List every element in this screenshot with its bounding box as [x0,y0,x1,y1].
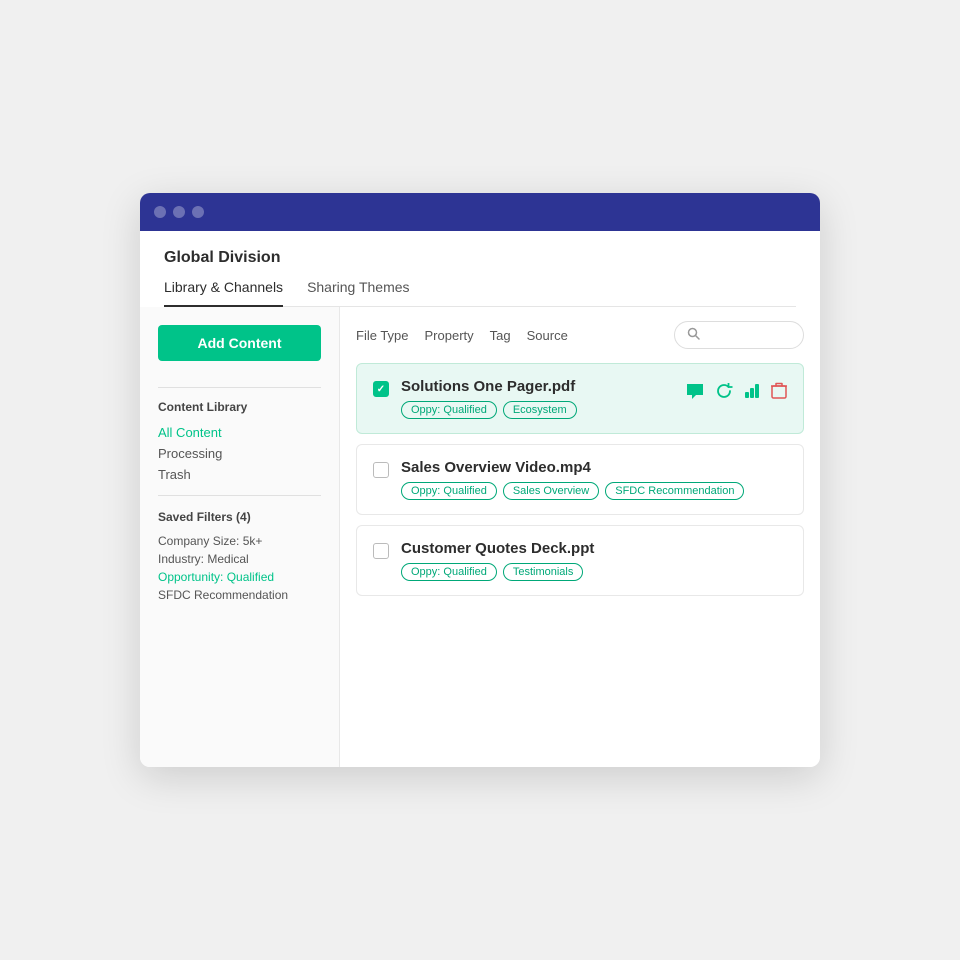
search-input[interactable] [706,328,796,343]
filter-source[interactable]: Source [527,328,568,343]
trash-icon[interactable] [771,382,787,405]
content-library-title: Content Library [158,400,321,414]
item-actions-1 [685,382,787,405]
content-item-3: Customer Quotes Deck.ppt Oppy: Qualified… [356,525,804,596]
search-box[interactable] [674,321,804,349]
item-details-2: Sales Overview Video.mp4 Oppy: Qualified… [401,459,787,500]
item-details-3: Customer Quotes Deck.ppt Oppy: Qualified… [401,540,787,581]
tag-sfdc-recommendation[interactable]: SFDC Recommendation [605,482,744,500]
item-name-2: Sales Overview Video.mp4 [401,459,787,476]
content-area: Add Content Content Library All Content … [140,307,820,767]
content-item-1: ✓ Solutions One Pager.pdf Oppy: Qualifie… [356,363,804,434]
tab-sharing-themes[interactable]: Sharing Themes [307,279,409,307]
header: Global Division Library & Channels Shari… [140,231,820,307]
filter-opportunity[interactable]: Opportunity: Qualified [158,568,321,586]
item-tags-3: Oppy: Qualified Testimonials [401,563,787,581]
filter-company-size[interactable]: Company Size: 5k+ [158,532,321,550]
app-window: Global Division Library & Channels Shari… [140,193,820,767]
filter-property[interactable]: Property [425,328,474,343]
window-body: Global Division Library & Channels Shari… [140,231,820,767]
sidebar-divider-2 [158,495,321,496]
item-details-1: Solutions One Pager.pdf Oppy: Qualified … [401,378,673,419]
sidebar-item-processing[interactable]: Processing [158,443,321,464]
traffic-light-1 [154,206,166,218]
tab-bar: Library & Channels Sharing Themes [164,279,796,307]
item-name-1: Solutions One Pager.pdf [401,378,673,395]
content-item-2: Sales Overview Video.mp4 Oppy: Qualified… [356,444,804,515]
filter-tag[interactable]: Tag [490,328,511,343]
toolbar: File Type Property Tag Source [356,321,804,349]
checkbox-2[interactable] [373,462,389,478]
tag-oppy-qualified-2[interactable]: Oppy: Qualified [401,482,497,500]
item-name-3: Customer Quotes Deck.ppt [401,540,787,557]
filter-sfdc[interactable]: SFDC Recommendation [158,586,321,604]
tag-sales-overview[interactable]: Sales Overview [503,482,599,500]
traffic-light-2 [173,206,185,218]
sidebar-divider [158,387,321,388]
main-content: File Type Property Tag Source [340,307,820,767]
tag-oppy-qualified-3[interactable]: Oppy: Qualified [401,563,497,581]
checkbox-1[interactable]: ✓ [373,381,389,397]
saved-filters-title: Saved Filters (4) [158,510,321,524]
chat-icon[interactable] [685,382,705,405]
filter-file-type[interactable]: File Type [356,328,409,343]
tag-oppy-qualified-1[interactable]: Oppy: Qualified [401,401,497,419]
sidebar-item-all-content[interactable]: All Content [158,422,321,443]
tab-library-channels[interactable]: Library & Channels [164,279,283,307]
app-title: Global Division [164,249,796,267]
bar-chart-icon[interactable] [743,382,761,405]
sidebar-item-trash[interactable]: Trash [158,464,321,485]
tag-testimonials[interactable]: Testimonials [503,563,584,581]
traffic-light-3 [192,206,204,218]
tag-ecosystem[interactable]: Ecosystem [503,401,577,419]
item-tags-2: Oppy: Qualified Sales Overview SFDC Reco… [401,482,787,500]
checkbox-3[interactable] [373,543,389,559]
item-tags-1: Oppy: Qualified Ecosystem [401,401,673,419]
search-icon [687,327,700,343]
add-content-button[interactable]: Add Content [158,325,321,361]
refresh-icon[interactable] [715,382,733,405]
filter-industry[interactable]: Industry: Medical [158,550,321,568]
title-bar [140,193,820,231]
checkmark-1: ✓ [377,384,385,395]
sidebar: Add Content Content Library All Content … [140,307,340,767]
